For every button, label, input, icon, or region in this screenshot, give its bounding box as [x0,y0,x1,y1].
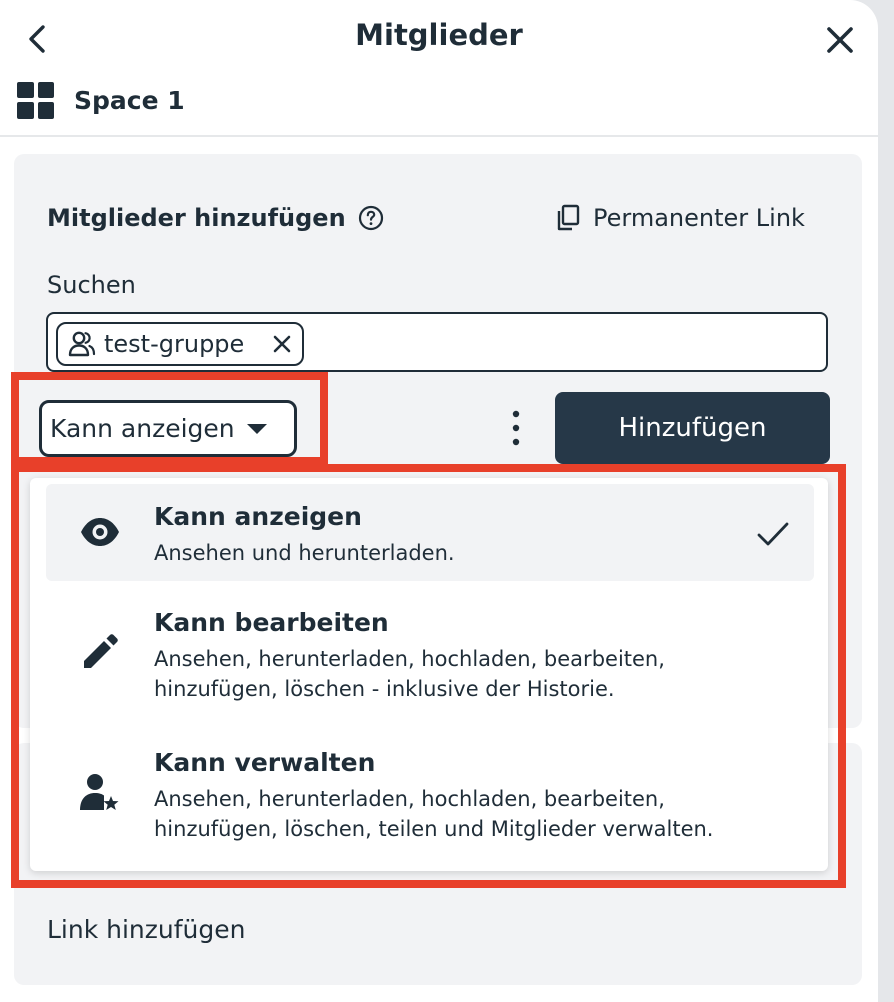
divider [0,135,878,137]
menu-item-title: Kann bearbeiten [154,608,389,637]
add-button[interactable]: Hinzufügen [555,392,830,464]
copy-icon [557,204,580,231]
permission-menu: Kann anzeigen Ansehen und herunterladen.… [30,478,828,871]
checkmark-icon [757,522,789,546]
menu-item-description: Ansehen, herunterladen, hochladen, bearb… [154,647,665,701]
panel-title: Mitglieder [355,18,523,52]
menu-item-can-manage[interactable]: Kann verwalten Ansehen, herunterladen, h… [46,730,814,848]
permission-dropdown[interactable]: Kann anzeigen [39,400,297,457]
menu-item-can-edit[interactable]: Kann bearbeiten Ansehen, herunterladen, … [46,590,814,708]
more-options-icon[interactable] [505,408,527,448]
permanent-link-button[interactable]: Permanenter Link [555,204,805,232]
selected-group-chip[interactable]: test-gruppe [56,322,304,366]
search-input[interactable]: test-gruppe [46,312,828,372]
caret-down-icon [246,423,267,434]
pencil-icon [84,634,118,668]
chip-remove-icon[interactable] [272,334,292,354]
space-name: Space 1 [74,85,185,115]
add-link-button[interactable]: Link hinzufügen [47,915,246,944]
menu-item-can-view[interactable]: Kann anzeigen Ansehen und herunterladen. [46,484,814,581]
menu-item-title: Kann anzeigen [154,502,362,531]
help-icon[interactable] [358,205,384,231]
admin-user-icon [80,774,119,810]
menu-item-title: Kann verwalten [154,748,376,777]
chip-label: test-gruppe [104,330,245,358]
group-icon [68,331,96,357]
space-header: Space 1 [17,80,185,120]
search-label: Suchen [47,271,136,299]
permanent-link-label: Permanenter Link [593,204,805,232]
add-members-heading: Mitglieder hinzufügen [47,204,384,232]
menu-item-description: Ansehen und herunterladen. [154,541,455,565]
members-panel: Mitglieder Space 1 Mitglieder hinzufügen… [0,0,878,1002]
close-icon[interactable] [824,24,856,56]
grid-icon [17,81,54,119]
eye-icon [81,518,119,546]
add-members-title: Mitglieder hinzufügen [47,204,346,232]
menu-item-description: Ansehen, herunterladen, hochladen, bearb… [154,787,714,841]
permission-dropdown-value: Kann anzeigen [50,414,235,443]
